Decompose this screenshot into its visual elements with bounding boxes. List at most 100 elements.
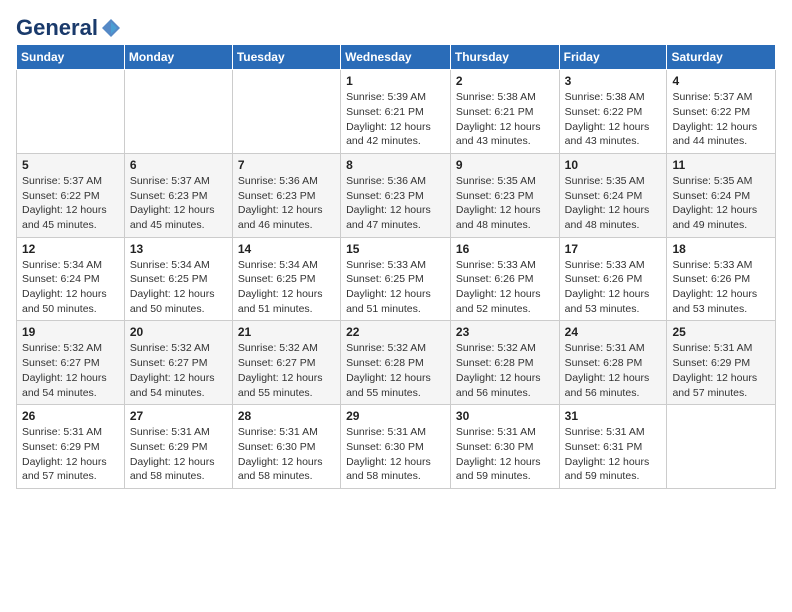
calendar-cell: 23 Sunrise: 5:32 AM Sunset: 6:28 PM Dayli…: [450, 321, 559, 405]
day-info: Sunrise: 5:31 AM Sunset: 6:29 PM Dayligh…: [130, 425, 227, 484]
calendar-cell: 19 Sunrise: 5:32 AM Sunset: 6:27 PM Dayli…: [17, 321, 125, 405]
calendar-cell: 12 Sunrise: 5:34 AM Sunset: 6:24 PM Dayli…: [17, 237, 125, 321]
day-number: 11: [672, 158, 770, 172]
day-info: Sunrise: 5:34 AM Sunset: 6:25 PM Dayligh…: [130, 258, 227, 317]
week-row-1: 1 Sunrise: 5:39 AM Sunset: 6:21 PM Daylig…: [17, 70, 776, 154]
logo-text-general: General: [16, 16, 98, 40]
day-number: 6: [130, 158, 227, 172]
calendar-cell: [232, 70, 340, 154]
day-number: 28: [238, 409, 335, 423]
day-number: 7: [238, 158, 335, 172]
day-info: Sunrise: 5:35 AM Sunset: 6:23 PM Dayligh…: [456, 174, 554, 233]
calendar-cell: 5 Sunrise: 5:37 AM Sunset: 6:22 PM Daylig…: [17, 153, 125, 237]
calendar-cell: 26 Sunrise: 5:31 AM Sunset: 6:29 PM Dayli…: [17, 405, 125, 489]
day-number: 4: [672, 74, 770, 88]
calendar-cell: 31Sunrise: 5:31 AM Sunset: 6:31 PM Dayli…: [559, 405, 667, 489]
day-number: 20: [130, 325, 227, 339]
day-info: Sunrise: 5:32 AM Sunset: 6:28 PM Dayligh…: [346, 341, 445, 400]
calendar-cell: 3 Sunrise: 5:38 AM Sunset: 6:22 PM Daylig…: [559, 70, 667, 154]
calendar-cell: 9 Sunrise: 5:35 AM Sunset: 6:23 PM Daylig…: [450, 153, 559, 237]
calendar-cell: 29Sunrise: 5:31 AM Sunset: 6:30 PM Dayli…: [341, 405, 451, 489]
calendar-cell: 21Sunrise: 5:32 AM Sunset: 6:27 PM Dayli…: [232, 321, 340, 405]
day-number: 12: [22, 242, 119, 256]
day-info: Sunrise: 5:33 AM Sunset: 6:26 PM Dayligh…: [672, 258, 770, 317]
day-info: Sunrise: 5:31 AM Sunset: 6:30 PM Dayligh…: [346, 425, 445, 484]
day-number: 1: [346, 74, 445, 88]
day-number: 8: [346, 158, 445, 172]
day-info: Sunrise: 5:38 AM Sunset: 6:21 PM Dayligh…: [456, 90, 554, 149]
day-info: Sunrise: 5:31 AM Sunset: 6:31 PM Dayligh…: [565, 425, 662, 484]
calendar-cell: 27Sunrise: 5:31 AM Sunset: 6:29 PM Dayli…: [124, 405, 232, 489]
day-number: 10: [565, 158, 662, 172]
day-info: Sunrise: 5:34 AM Sunset: 6:24 PM Dayligh…: [22, 258, 119, 317]
week-row-4: 19 Sunrise: 5:32 AM Sunset: 6:27 PM Dayli…: [17, 321, 776, 405]
calendar-header: SundayMondayTuesdayWednesdayThursdayFrid…: [17, 45, 776, 70]
day-number: 13: [130, 242, 227, 256]
day-info: Sunrise: 5:31 AM Sunset: 6:29 PM Dayligh…: [672, 341, 770, 400]
day-info: Sunrise: 5:32 AM Sunset: 6:28 PM Dayligh…: [456, 341, 554, 400]
day-info: Sunrise: 5:35 AM Sunset: 6:24 PM Dayligh…: [672, 174, 770, 233]
calendar-cell: 20 Sunrise: 5:32 AM Sunset: 6:27 PM Dayli…: [124, 321, 232, 405]
day-info: Sunrise: 5:37 AM Sunset: 6:23 PM Dayligh…: [130, 174, 227, 233]
day-number: 3: [565, 74, 662, 88]
day-number: 5: [22, 158, 119, 172]
day-info: Sunrise: 5:32 AM Sunset: 6:27 PM Dayligh…: [130, 341, 227, 400]
day-info: Sunrise: 5:38 AM Sunset: 6:22 PM Dayligh…: [565, 90, 662, 149]
day-info: Sunrise: 5:31 AM Sunset: 6:29 PM Dayligh…: [22, 425, 119, 484]
day-number: 19: [22, 325, 119, 339]
calendar-cell: 6 Sunrise: 5:37 AM Sunset: 6:23 PM Daylig…: [124, 153, 232, 237]
calendar-cell: 7 Sunrise: 5:36 AM Sunset: 6:23 PM Daylig…: [232, 153, 340, 237]
day-number: 15: [346, 242, 445, 256]
calendar-cell: [667, 405, 776, 489]
calendar-cell: 8 Sunrise: 5:36 AM Sunset: 6:23 PM Daylig…: [341, 153, 451, 237]
day-info: Sunrise: 5:31 AM Sunset: 6:30 PM Dayligh…: [456, 425, 554, 484]
day-number: 18: [672, 242, 770, 256]
calendar-cell: 18 Sunrise: 5:33 AM Sunset: 6:26 PM Dayli…: [667, 237, 776, 321]
calendar-cell: 30 Sunrise: 5:31 AM Sunset: 6:30 PM Dayli…: [450, 405, 559, 489]
day-number: 21: [238, 325, 335, 339]
calendar-cell: 13 Sunrise: 5:34 AM Sunset: 6:25 PM Dayli…: [124, 237, 232, 321]
day-info: Sunrise: 5:33 AM Sunset: 6:25 PM Dayligh…: [346, 258, 445, 317]
week-row-2: 5 Sunrise: 5:37 AM Sunset: 6:22 PM Daylig…: [17, 153, 776, 237]
day-number: 22: [346, 325, 445, 339]
calendar-cell: 4 Sunrise: 5:37 AM Sunset: 6:22 PM Daylig…: [667, 70, 776, 154]
day-info: Sunrise: 5:37 AM Sunset: 6:22 PM Dayligh…: [672, 90, 770, 149]
calendar-cell: 28Sunrise: 5:31 AM Sunset: 6:30 PM Dayli…: [232, 405, 340, 489]
day-number: 17: [565, 242, 662, 256]
calendar-cell: 25Sunrise: 5:31 AM Sunset: 6:29 PM Dayli…: [667, 321, 776, 405]
logo-icon: [100, 17, 122, 39]
week-row-5: 26 Sunrise: 5:31 AM Sunset: 6:29 PM Dayli…: [17, 405, 776, 489]
day-number: 14: [238, 242, 335, 256]
day-number: 26: [22, 409, 119, 423]
calendar-cell: 2Sunrise: 5:38 AM Sunset: 6:21 PM Daylig…: [450, 70, 559, 154]
calendar-table: SundayMondayTuesdayWednesdayThursdayFrid…: [16, 44, 776, 489]
day-number: 24: [565, 325, 662, 339]
day-number: 30: [456, 409, 554, 423]
day-info: Sunrise: 5:36 AM Sunset: 6:23 PM Dayligh…: [346, 174, 445, 233]
calendar-cell: 15 Sunrise: 5:33 AM Sunset: 6:25 PM Dayli…: [341, 237, 451, 321]
day-info: Sunrise: 5:36 AM Sunset: 6:23 PM Dayligh…: [238, 174, 335, 233]
header-saturday: Saturday: [667, 45, 776, 70]
calendar-cell: 24 Sunrise: 5:31 AM Sunset: 6:28 PM Dayli…: [559, 321, 667, 405]
calendar-cell: 11 Sunrise: 5:35 AM Sunset: 6:24 PM Dayli…: [667, 153, 776, 237]
day-info: Sunrise: 5:39 AM Sunset: 6:21 PM Dayligh…: [346, 90, 445, 149]
day-number: 23: [456, 325, 554, 339]
header-tuesday: Tuesday: [232, 45, 340, 70]
day-info: Sunrise: 5:33 AM Sunset: 6:26 PM Dayligh…: [565, 258, 662, 317]
day-number: 9: [456, 158, 554, 172]
calendar-cell: [17, 70, 125, 154]
header-wednesday: Wednesday: [341, 45, 451, 70]
day-number: 16: [456, 242, 554, 256]
day-info: Sunrise: 5:34 AM Sunset: 6:25 PM Dayligh…: [238, 258, 335, 317]
header-sunday: Sunday: [17, 45, 125, 70]
calendar-cell: 17 Sunrise: 5:33 AM Sunset: 6:26 PM Dayli…: [559, 237, 667, 321]
calendar-cell: 22 Sunrise: 5:32 AM Sunset: 6:28 PM Dayli…: [341, 321, 451, 405]
day-info: Sunrise: 5:32 AM Sunset: 6:27 PM Dayligh…: [22, 341, 119, 400]
calendar-cell: 14 Sunrise: 5:34 AM Sunset: 6:25 PM Dayli…: [232, 237, 340, 321]
day-info: Sunrise: 5:31 AM Sunset: 6:28 PM Dayligh…: [565, 341, 662, 400]
day-info: Sunrise: 5:33 AM Sunset: 6:26 PM Dayligh…: [456, 258, 554, 317]
day-info: Sunrise: 5:35 AM Sunset: 6:24 PM Dayligh…: [565, 174, 662, 233]
day-info: Sunrise: 5:37 AM Sunset: 6:22 PM Dayligh…: [22, 174, 119, 233]
calendar-cell: [124, 70, 232, 154]
calendar-cell: 16 Sunrise: 5:33 AM Sunset: 6:26 PM Dayli…: [450, 237, 559, 321]
